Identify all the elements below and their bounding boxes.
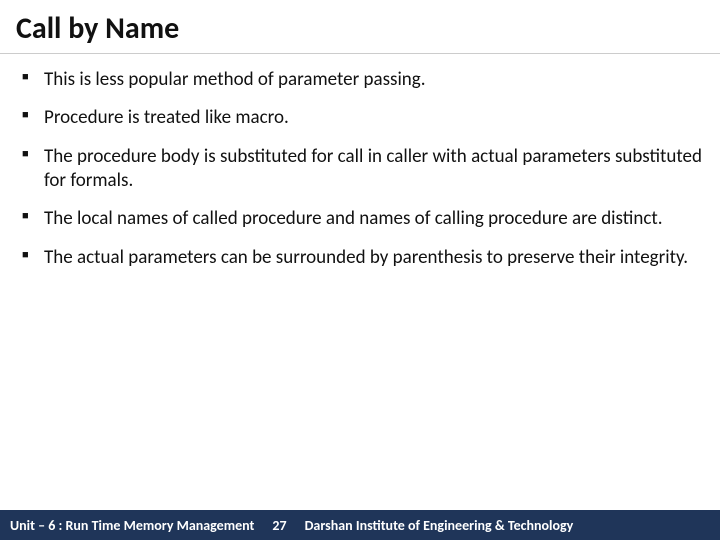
slide: Call by Name This is less popular method… [0,0,720,540]
list-item: The local names of called procedure and … [18,207,702,245]
list-item: The actual parameters can be surrounded … [18,246,702,284]
list-item: The procedure body is substituted for ca… [18,145,702,208]
list-item: This is less popular method of parameter… [18,68,702,106]
footer-page-number: 27 [272,517,286,534]
bullet-list: This is less popular method of parameter… [18,68,702,284]
footer-bar: Unit – 6 : Run Time Memory Management 27… [0,510,720,540]
title-area: Call by Name [0,0,720,54]
slide-title: Call by Name [16,10,704,47]
footer-unit: Unit – 6 : Run Time Memory Management [10,517,254,534]
footer-institute: Darshan Institute of Engineering & Techn… [305,517,574,534]
list-item: Procedure is treated like macro. [18,106,702,144]
content-area: This is less popular method of parameter… [0,54,720,284]
